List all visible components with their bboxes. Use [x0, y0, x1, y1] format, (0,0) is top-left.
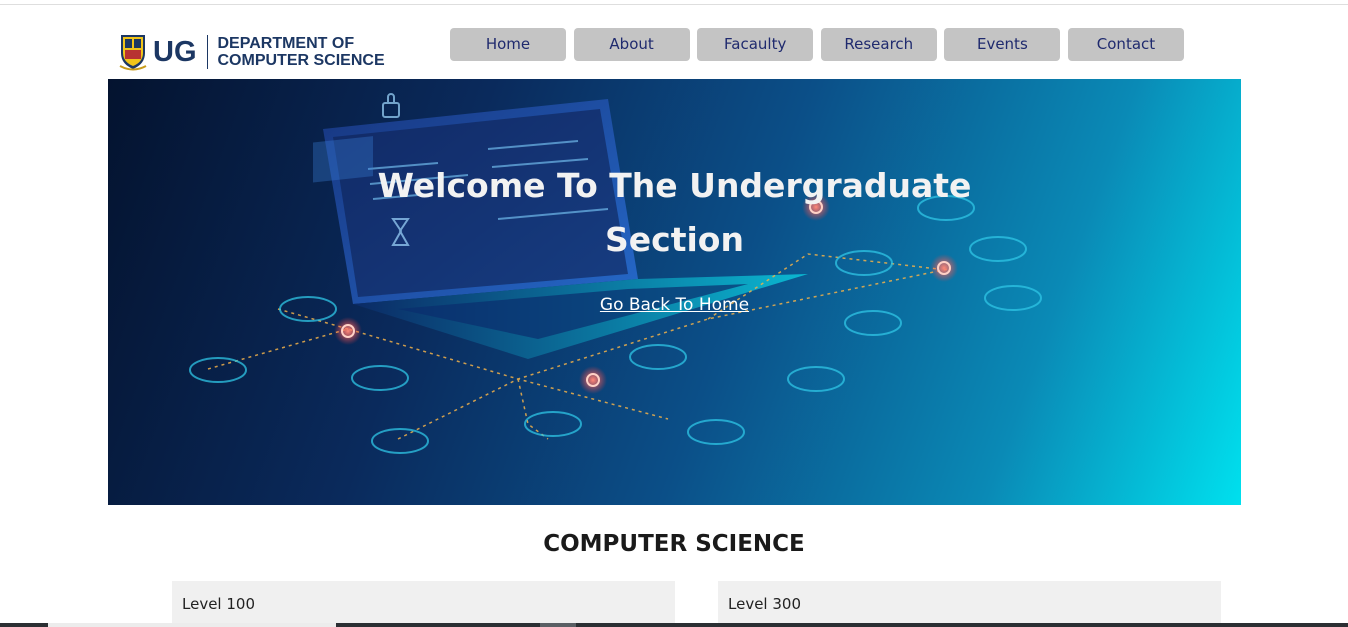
- scrollbar-thumb[interactable]: [48, 623, 336, 627]
- go-back-home-link[interactable]: Go Back To Home: [600, 295, 749, 315]
- hero-title-line-1: Welcome To The Undergraduate: [377, 166, 972, 205]
- nav-about[interactable]: About: [573, 28, 690, 61]
- level-card-label: Level 100: [182, 595, 255, 613]
- department-logo[interactable]: UG DEPARTMENT OF COMPUTER SCIENCE: [118, 33, 385, 71]
- nav-research[interactable]: Research: [820, 28, 937, 61]
- logo-line-1: DEPARTMENT OF: [217, 35, 355, 52]
- main-nav: Home About Facaulty Research Events Cont…: [450, 28, 1192, 61]
- section-title: COMPUTER SCIENCE: [543, 531, 805, 557]
- logo-line-2: COMPUTER SCIENCE: [217, 52, 385, 69]
- nav-events[interactable]: Events: [944, 28, 1061, 61]
- level-card-label: Level 300: [728, 595, 801, 613]
- logo-divider: [206, 35, 208, 69]
- hero-title: Welcome To The Undergraduate Section: [108, 159, 1241, 267]
- hero-title-line-2: Section: [605, 220, 744, 259]
- nav-home[interactable]: Home: [450, 28, 566, 61]
- logo-department-name: DEPARTMENT OF COMPUTER SCIENCE: [218, 35, 385, 69]
- scrollbar-segment: [540, 623, 576, 627]
- level-card-100[interactable]: Level 100: [172, 581, 675, 627]
- university-crest-icon: [118, 33, 148, 71]
- logo-short: UG: [153, 36, 197, 68]
- hero-banner: Welcome To The Undergraduate Section Go …: [108, 79, 1241, 505]
- nav-contact[interactable]: Contact: [1067, 28, 1184, 61]
- nav-faculty[interactable]: Facaulty: [697, 28, 814, 61]
- hero-link-wrap: Go Back To Home: [108, 295, 1241, 315]
- horizontal-scrollbar[interactable]: [0, 623, 1348, 627]
- laptop-illustration: [189, 93, 1042, 454]
- level-card-300[interactable]: Level 300: [718, 581, 1221, 627]
- site-header: UG DEPARTMENT OF COMPUTER SCIENCE Home A…: [0, 0, 1348, 79]
